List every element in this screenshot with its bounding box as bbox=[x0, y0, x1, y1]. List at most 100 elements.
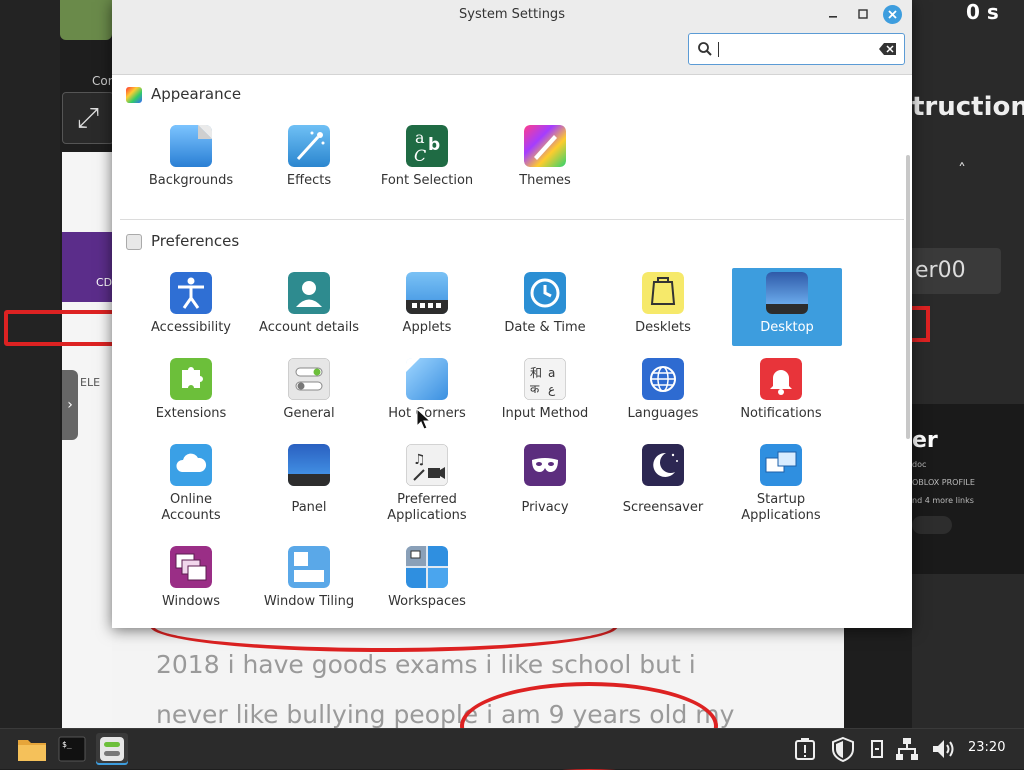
item-label: Backgrounds bbox=[148, 173, 234, 188]
preferred-applications-icon: ♫ bbox=[406, 444, 448, 486]
search-field[interactable] bbox=[688, 33, 905, 65]
annotation-arrow bbox=[4, 310, 120, 346]
item-label: Startup Applications bbox=[741, 492, 821, 523]
item-label: Themes bbox=[519, 173, 571, 188]
background-card-button bbox=[912, 516, 952, 534]
clock[interactable]: 23:20 bbox=[968, 740, 1005, 755]
maximize-button[interactable] bbox=[854, 5, 872, 23]
background-card-line: nd 4 more links bbox=[912, 496, 974, 505]
taskbar-file-manager[interactable] bbox=[16, 733, 48, 765]
settings-item-themes[interactable]: Themes bbox=[490, 121, 600, 199]
item-label: Desklets bbox=[635, 320, 691, 335]
maximize-icon bbox=[858, 9, 868, 19]
close-button[interactable] bbox=[883, 5, 902, 24]
clear-search-icon[interactable] bbox=[879, 43, 897, 55]
item-label: Effects bbox=[286, 173, 332, 188]
svg-text:♫: ♫ bbox=[413, 452, 426, 468]
general-icon bbox=[288, 358, 330, 400]
settings-item-windows[interactable]: Windows bbox=[136, 542, 246, 620]
settings-item-applets[interactable]: Applets bbox=[372, 268, 482, 346]
scrollbar[interactable] bbox=[906, 155, 910, 439]
accessibility-icon bbox=[170, 272, 212, 314]
input-method-icon: 和aकع bbox=[524, 358, 566, 400]
settings-item-window-tiling[interactable]: Window Tiling bbox=[254, 542, 364, 620]
background-gap bbox=[844, 628, 872, 728]
settings-item-extensions[interactable]: Extensions bbox=[136, 354, 246, 432]
settings-item-privacy[interactable]: Privacy bbox=[490, 440, 600, 518]
background-instructions-title: tructions bbox=[912, 92, 1024, 122]
item-label: Screensaver bbox=[622, 500, 704, 515]
minimize-icon bbox=[829, 16, 837, 18]
settings-item-backgrounds[interactable]: Backgrounds bbox=[136, 121, 246, 199]
background-label-ele: ELE bbox=[80, 376, 101, 389]
annotation-box bbox=[912, 306, 930, 342]
title-bar[interactable]: System Settings bbox=[112, 0, 912, 75]
taskbar-terminal[interactable]: $_ bbox=[56, 733, 88, 765]
close-icon bbox=[888, 10, 897, 19]
svg-text:和: 和 bbox=[530, 366, 542, 380]
background-badge: 0 s bbox=[966, 0, 999, 24]
account-details-icon bbox=[288, 272, 330, 314]
settings-item-desklets[interactable]: Desklets bbox=[608, 268, 718, 346]
languages-icon bbox=[642, 358, 684, 400]
item-label: Desktop bbox=[760, 320, 814, 335]
desktop-background-left bbox=[0, 0, 60, 728]
item-label: Privacy bbox=[521, 500, 569, 515]
item-label: Input Method bbox=[501, 406, 589, 421]
fullscreen-icon[interactable]: ⤢ bbox=[62, 92, 114, 144]
item-label: Panel bbox=[291, 500, 327, 515]
volume-icon[interactable] bbox=[930, 736, 956, 762]
desklets-icon bbox=[642, 272, 684, 314]
background-card-title: er bbox=[912, 428, 938, 453]
item-label: Date & Time bbox=[504, 320, 586, 335]
search-icon bbox=[698, 42, 712, 56]
item-label: Preferred Applications bbox=[387, 492, 467, 523]
settings-item-accessibility[interactable]: Accessibility bbox=[136, 268, 246, 346]
svg-text:क: क bbox=[530, 382, 540, 396]
minimize-button[interactable] bbox=[824, 5, 842, 23]
startup-applications-icon bbox=[760, 444, 802, 486]
background-card-line: doc bbox=[912, 460, 927, 469]
update-manager-icon[interactable] bbox=[792, 736, 818, 762]
settings-item-desktop[interactable]: Desktop bbox=[732, 268, 842, 346]
privacy-icon bbox=[524, 444, 566, 486]
settings-item-input-method[interactable]: 和aकع Input Method bbox=[490, 354, 600, 432]
background-card-line: OBLOX PROFILE bbox=[912, 478, 975, 487]
clipboard-icon[interactable] bbox=[864, 736, 890, 762]
network-icon[interactable] bbox=[894, 736, 920, 762]
settings-item-screensaver[interactable]: Screensaver bbox=[608, 440, 718, 518]
settings-toggle-icon bbox=[100, 737, 124, 761]
settings-item-preferred-applications[interactable]: ♫ Preferred Applications bbox=[372, 440, 482, 526]
text-cursor bbox=[718, 42, 719, 57]
settings-item-panel[interactable]: Panel bbox=[254, 440, 364, 518]
section-title: Appearance bbox=[151, 85, 242, 103]
settings-item-notifications[interactable]: Notifications bbox=[726, 354, 836, 432]
settings-item-online-accounts[interactable]: Online Accounts bbox=[136, 440, 246, 526]
settings-item-workspaces[interactable]: Workspaces bbox=[372, 542, 482, 620]
appearance-section-icon bbox=[126, 87, 142, 103]
side-panel-toggle[interactable]: › bbox=[62, 370, 78, 440]
applets-icon bbox=[406, 272, 448, 314]
settings-item-account-details[interactable]: Account details bbox=[254, 268, 364, 346]
window-tiling-icon bbox=[288, 546, 330, 588]
taskbar-system-settings[interactable] bbox=[96, 733, 128, 765]
effects-icon bbox=[288, 125, 330, 167]
item-label: Accessibility bbox=[151, 320, 231, 335]
item-label: Languages bbox=[627, 406, 699, 421]
svg-text:ع: ع bbox=[548, 382, 556, 396]
shield-icon[interactable] bbox=[830, 736, 856, 763]
settings-item-date-time[interactable]: Date & Time bbox=[490, 268, 600, 346]
item-label: Windows bbox=[161, 594, 221, 609]
item-label: Font Selection bbox=[380, 173, 474, 188]
section-title: Preferences bbox=[151, 232, 240, 250]
settings-item-font-selection[interactable]: abC Font Selection bbox=[372, 121, 482, 199]
online-accounts-icon bbox=[170, 444, 212, 486]
item-label: Account details bbox=[259, 320, 359, 335]
settings-item-effects[interactable]: Effects bbox=[254, 121, 364, 199]
settings-item-languages[interactable]: Languages bbox=[608, 354, 718, 432]
chevron-up-icon[interactable]: ˄ bbox=[958, 160, 966, 179]
settings-item-general[interactable]: General bbox=[254, 354, 364, 432]
backgrounds-icon bbox=[170, 125, 212, 167]
desktop-icon bbox=[766, 272, 808, 314]
settings-item-startup-applications[interactable]: Startup Applications bbox=[726, 440, 836, 526]
